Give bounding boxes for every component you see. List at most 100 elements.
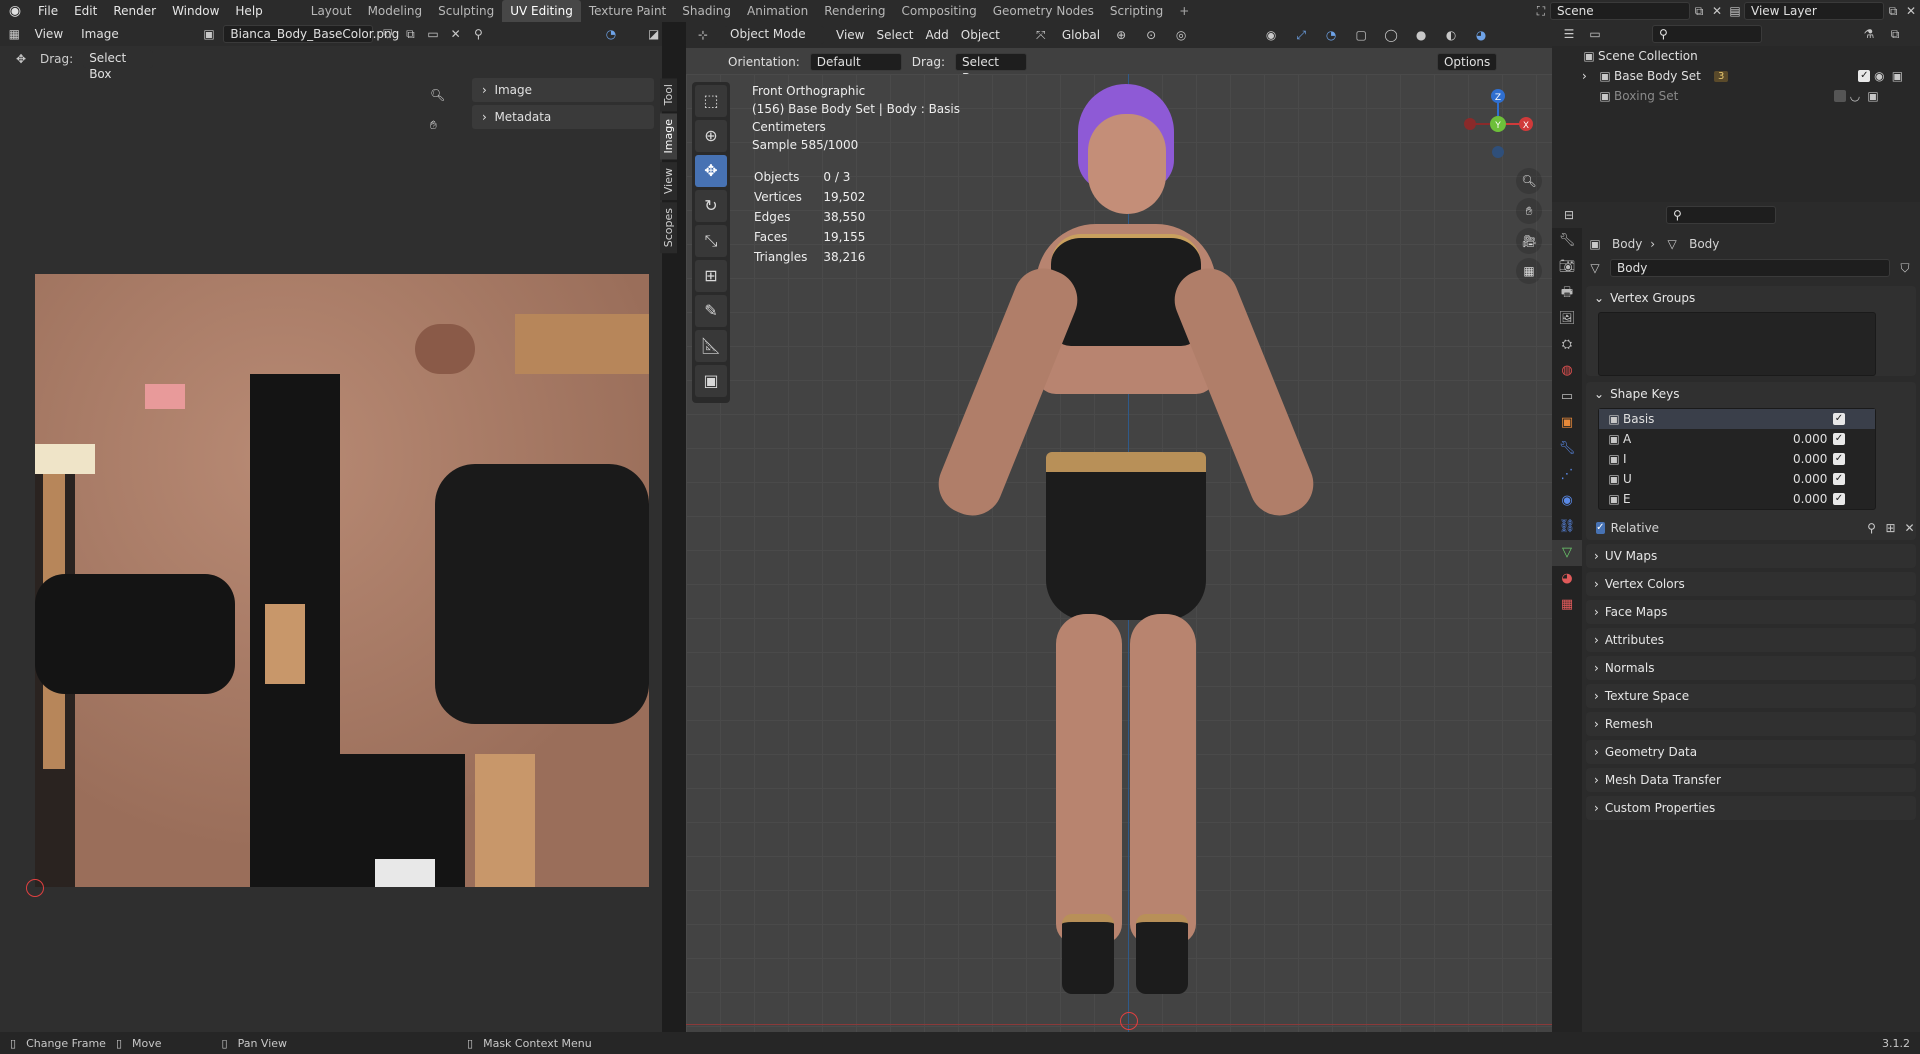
- zoom-icon[interactable]: 🔍︎: [1516, 168, 1542, 194]
- delete-view-layer-icon[interactable]: ✕: [1902, 4, 1920, 18]
- vp-menu-add[interactable]: Add: [926, 28, 949, 42]
- outliner-item[interactable]: ▣ Boxing Set ◡ ▣: [1552, 86, 1920, 106]
- vp-menu-object[interactable]: Object: [961, 28, 1000, 42]
- output-tab-icon[interactable]: 🖶︎: [1552, 280, 1582, 306]
- vertex-groups-list[interactable]: [1598, 312, 1876, 376]
- shape-key-checkbox[interactable]: ✓: [1833, 453, 1845, 465]
- unlink-image-icon[interactable]: ✕: [447, 27, 464, 41]
- filter-icon[interactable]: ⚗: [1860, 27, 1878, 41]
- navigation-gizmo[interactable]: Z X Y: [1458, 84, 1538, 164]
- pan-hand-icon[interactable]: ✋︎: [1516, 198, 1542, 224]
- tab-geometry-nodes[interactable]: Geometry Nodes: [985, 0, 1102, 22]
- object-tab-icon[interactable]: ▣: [1552, 410, 1582, 436]
- exclude-checkbox[interactable]: [1834, 90, 1846, 102]
- uv-drag-select[interactable]: Select Box: [83, 50, 154, 81]
- mesh-name-field[interactable]: Body: [1610, 259, 1890, 277]
- material-tab-icon[interactable]: ◕: [1552, 566, 1582, 592]
- section-mesh-data-transfer[interactable]: › Mesh Data Transfer: [1586, 768, 1916, 792]
- select-box-tool-icon[interactable]: ⬚: [695, 85, 727, 117]
- 3d-cursor-icon[interactable]: [1120, 1012, 1138, 1030]
- shape-key-row[interactable]: ▣ I 0.000 ✓: [1599, 449, 1875, 469]
- section-geometry-data[interactable]: › Geometry Data: [1586, 740, 1916, 764]
- pivot-icon[interactable]: ⊕: [1112, 28, 1130, 42]
- shape-key-checkbox[interactable]: ✓: [1833, 413, 1845, 425]
- tab-shading[interactable]: Shading: [674, 0, 739, 22]
- scene-icon[interactable]: ⛶: [1532, 4, 1550, 19]
- tab-uv-editing[interactable]: UV Editing: [502, 0, 581, 22]
- shape-key-row[interactable]: ▣ A 0.000 ✓: [1599, 429, 1875, 449]
- perspective-grid-icon[interactable]: ▦: [1516, 258, 1542, 284]
- section-custom-properties[interactable]: › Custom Properties: [1586, 796, 1916, 820]
- exclude-checkbox[interactable]: ✓: [1858, 70, 1871, 82]
- constraints-tab-icon[interactable]: ⛓: [1552, 514, 1582, 540]
- wireframe-shading-icon[interactable]: ◯: [1382, 28, 1400, 42]
- uv-menu-view[interactable]: View: [29, 27, 69, 41]
- camera-icon[interactable]: 🎥︎: [1516, 228, 1542, 254]
- section-uv-maps[interactable]: › UV Maps: [1586, 544, 1916, 568]
- scene-tab-icon[interactable]: ⛭: [1552, 332, 1582, 358]
- eye-closed-icon[interactable]: ◡: [1846, 89, 1864, 103]
- shape-key-checkbox[interactable]: ✓: [1833, 433, 1845, 445]
- outliner-scene-collection[interactable]: ▣ Scene Collection: [1552, 46, 1920, 66]
- panel-image[interactable]: › Image: [472, 78, 654, 102]
- image-name-field[interactable]: Bianca_Body_BaseColor.png: [223, 25, 399, 43]
- view-layer-tab-icon[interactable]: 🖼︎: [1552, 306, 1582, 332]
- modifier-tab-icon[interactable]: 🔧︎: [1552, 436, 1582, 462]
- section-remesh[interactable]: › Remesh: [1586, 712, 1916, 736]
- orientation-select[interactable]: Default: [809, 53, 902, 71]
- shape-key-row[interactable]: ▣ Basis ✓: [1599, 409, 1875, 429]
- tab-animation[interactable]: Animation: [739, 0, 816, 22]
- shape-key-clear-icon[interactable]: ✕: [1903, 521, 1916, 535]
- move-tool-icon[interactable]: ✥: [695, 155, 727, 187]
- shape-keys-header[interactable]: ⌄ Shape Keys: [1586, 382, 1916, 406]
- mesh-browse-icon[interactable]: ▽: [1586, 261, 1604, 275]
- transform-tool-icon[interactable]: ⊞: [695, 260, 727, 292]
- xray-icon[interactable]: ▢: [1352, 28, 1370, 42]
- new-scene-icon[interactable]: ⧉: [1690, 4, 1708, 19]
- image-browse-icon[interactable]: ▣: [201, 27, 218, 41]
- new-view-layer-icon[interactable]: ⧉: [1884, 4, 1902, 19]
- cursor-tool-icon[interactable]: ⊕: [695, 120, 727, 152]
- transform-select[interactable]: Global: [1062, 28, 1100, 42]
- editor-type-icon[interactable]: ⊟: [1560, 208, 1578, 222]
- particles-tab-icon[interactable]: ⋰: [1552, 462, 1582, 488]
- sidebar-tab-scopes[interactable]: Scopes: [660, 201, 677, 254]
- rendered-shading-icon[interactable]: ◕: [1472, 28, 1490, 42]
- shape-key-pin-icon[interactable]: ⚲: [1865, 521, 1878, 535]
- transform-orientation-icon[interactable]: ⤧: [1032, 28, 1050, 43]
- blender-logo-icon[interactable]: ◉: [0, 3, 30, 19]
- view-layer-icon[interactable]: ▤: [1726, 4, 1744, 18]
- tab-modeling[interactable]: Modeling: [360, 0, 431, 22]
- vp-menu-view[interactable]: View: [836, 28, 864, 42]
- new-collection-icon[interactable]: ⧉: [1886, 27, 1904, 42]
- zoom-icon[interactable]: 🔍︎: [430, 88, 445, 102]
- visibility-icon[interactable]: ◉: [1262, 28, 1280, 42]
- shape-key-row[interactable]: ▣ U 0.000 ✓: [1599, 469, 1875, 489]
- camera-icon[interactable]: ▣: [1864, 89, 1882, 103]
- shape-key-edit-icon[interactable]: ⊞: [1884, 521, 1897, 535]
- display-channels-icon[interactable]: ◪: [645, 27, 662, 41]
- expand-arrow-icon[interactable]: ›: [1582, 69, 1596, 83]
- vp-drag-select[interactable]: Select Box: [954, 53, 1027, 85]
- editor-type-icon[interactable]: ☰: [1560, 27, 1578, 41]
- tab-rendering[interactable]: Rendering: [816, 0, 893, 22]
- gizmo-icon[interactable]: ⤢: [1292, 28, 1310, 43]
- scale-tool-icon[interactable]: ⤡: [695, 225, 727, 257]
- texture-tab-icon[interactable]: ▦: [1552, 592, 1582, 618]
- relative-checkbox[interactable]: ✓: [1596, 522, 1605, 534]
- overlays-icon[interactable]: ◔: [1322, 28, 1340, 42]
- sidebar-tab-tool[interactable]: Tool: [660, 78, 677, 112]
- uv-menu-image[interactable]: Image: [75, 27, 125, 41]
- open-image-icon[interactable]: ▭: [425, 27, 442, 41]
- options-button[interactable]: Options: [1436, 53, 1497, 71]
- physics-tab-icon[interactable]: ◉: [1552, 488, 1582, 514]
- tab-layout[interactable]: Layout: [303, 0, 360, 22]
- shape-key-row[interactable]: ▣ E 0.000 ✓: [1599, 489, 1875, 509]
- sidebar-tab-image[interactable]: Image: [660, 113, 677, 160]
- camera-icon[interactable]: ▣: [1888, 69, 1906, 83]
- rotate-tool-icon[interactable]: ↻: [695, 190, 727, 222]
- proportional-icon[interactable]: ◎: [1172, 28, 1190, 42]
- new-image-icon[interactable]: ⧉: [402, 27, 419, 42]
- outliner-item[interactable]: › ▣ Base Body Set 3 ✓ ◉ ▣: [1552, 66, 1920, 86]
- display-mode-icon[interactable]: ▭: [1586, 27, 1604, 41]
